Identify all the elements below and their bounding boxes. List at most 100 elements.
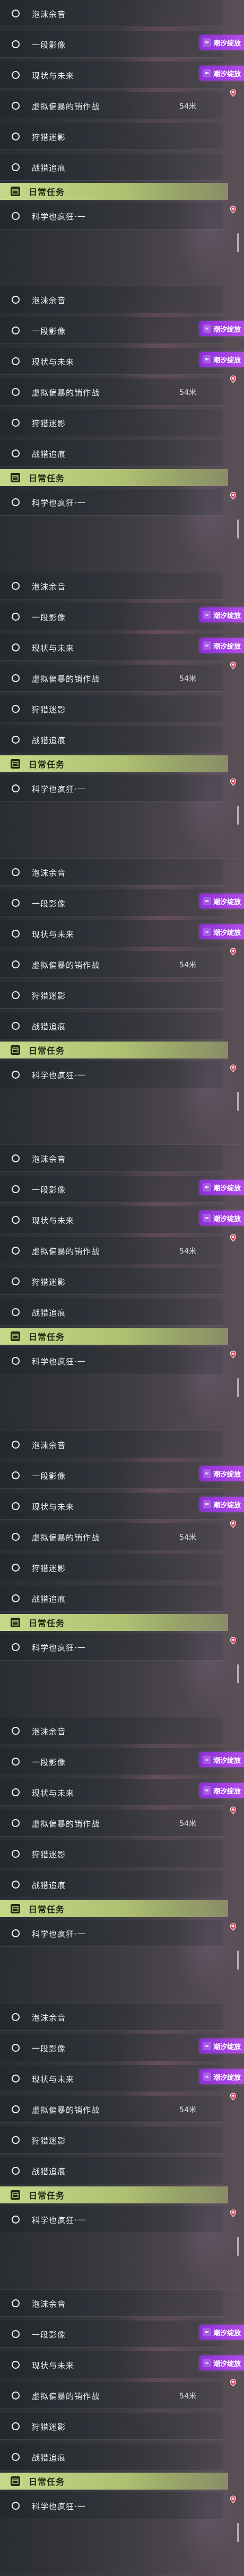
quest-row[interactable]: 泡沫余音 bbox=[0, 1145, 223, 1172]
quest-row[interactable]: 狩猎迷影 bbox=[0, 409, 223, 436]
event-badge[interactable]: ≈ 潮汐绽放 bbox=[199, 1211, 244, 1225]
daily-tasks-header[interactable]: 日常任务 bbox=[0, 1042, 228, 1058]
location-pin-icon[interactable] bbox=[229, 1234, 237, 1242]
quest-row[interactable]: 虚拟偏暴的销作战 54米 bbox=[0, 1234, 237, 1264]
quest-row[interactable]: 战猎追痕 bbox=[0, 1012, 223, 1039]
quest-row[interactable]: 一段影像 ≈ 潮汐绽放 bbox=[0, 603, 244, 630]
quest-row[interactable]: 现状与未来 ≈ 潮汐绽放 bbox=[0, 2351, 244, 2378]
quest-row[interactable]: 战猎追痕 bbox=[0, 154, 223, 181]
daily-tasks-header[interactable]: 日常任务 bbox=[0, 469, 228, 486]
quest-row[interactable]: 泡沫余音 bbox=[0, 1431, 223, 1458]
scrollbar-thumb[interactable] bbox=[237, 519, 239, 539]
quest-row[interactable]: 一段影像 ≈ 潮汐绽放 bbox=[0, 1462, 244, 1489]
quest-row[interactable]: 现状与未来 ≈ 潮汐绽放 bbox=[0, 1206, 244, 1233]
quest-row[interactable]: 一段影像 ≈ 潮汐绽放 bbox=[0, 31, 244, 58]
daily-task-row[interactable]: 科学也疯狂·一 bbox=[0, 775, 237, 802]
quest-row[interactable]: 现状与未来 ≈ 潮汐绽放 bbox=[0, 920, 244, 947]
daily-tasks-header[interactable]: 日常任务 bbox=[0, 755, 228, 772]
quest-row[interactable]: 现状与未来 ≈ 潮汐绽放 bbox=[0, 1779, 244, 1806]
quest-row[interactable]: 一段影像 ≈ 潮汐绽放 bbox=[0, 1748, 244, 1775]
event-badge[interactable]: ≈ 潮汐绽放 bbox=[199, 638, 244, 653]
quest-row[interactable]: 虚拟偏暴的销作战 54米 bbox=[0, 89, 237, 119]
location-pin-icon[interactable] bbox=[229, 948, 237, 956]
quest-row[interactable]: 战猎追痕 bbox=[0, 1871, 223, 1898]
location-pin-icon[interactable] bbox=[229, 206, 237, 214]
quest-row[interactable]: 虚拟偏暴的销作战 54米 bbox=[0, 1806, 237, 1837]
quest-row[interactable]: 战猎追痕 bbox=[0, 440, 223, 467]
event-badge[interactable]: ≈ 潮汐绽放 bbox=[199, 2039, 244, 2053]
event-badge[interactable]: ≈ 潮汐绽放 bbox=[199, 352, 244, 367]
quest-row[interactable]: 狩猎迷影 bbox=[0, 1840, 223, 1867]
quest-row[interactable]: 狩猎迷影 bbox=[0, 2413, 223, 2440]
scrollbar-thumb[interactable] bbox=[237, 233, 239, 252]
quest-row[interactable]: 现状与未来 ≈ 潮汐绽放 bbox=[0, 61, 244, 89]
quest-row[interactable]: 泡沫余音 bbox=[0, 2004, 223, 2031]
location-pin-icon[interactable] bbox=[229, 1064, 237, 1072]
location-pin-icon[interactable] bbox=[229, 2093, 237, 2101]
event-badge[interactable]: ≈ 潮汐绽放 bbox=[199, 321, 244, 336]
location-pin-icon[interactable] bbox=[229, 1806, 237, 1814]
quest-row[interactable]: 狩猎迷影 bbox=[0, 2127, 223, 2154]
quest-row[interactable]: 虚拟偏暴的销作战 54米 bbox=[0, 2379, 237, 2409]
event-badge[interactable]: ≈ 潮汐绽放 bbox=[199, 2069, 244, 2084]
quest-row[interactable]: 现状与未来 ≈ 潮汐绽放 bbox=[0, 348, 244, 375]
daily-task-row[interactable]: 科学也疯狂·一 bbox=[0, 1347, 237, 1374]
quest-row[interactable]: 虚拟偏暴的销作战 54米 bbox=[0, 661, 237, 692]
quest-row[interactable]: 现状与未来 ≈ 潮汐绽放 bbox=[0, 1493, 244, 1520]
scrollbar-thumb[interactable] bbox=[237, 1664, 239, 1683]
event-badge[interactable]: ≈ 潮汐绽放 bbox=[199, 2325, 244, 2340]
event-badge[interactable]: ≈ 潮汐绽放 bbox=[199, 2356, 244, 2370]
quest-row[interactable]: 泡沫余音 bbox=[0, 1717, 223, 1744]
daily-task-row[interactable]: 科学也疯狂·一 bbox=[0, 489, 237, 516]
location-pin-icon[interactable] bbox=[229, 1520, 237, 1528]
daily-tasks-header[interactable]: 日常任务 bbox=[0, 2473, 228, 2490]
quest-row[interactable]: 泡沫余音 bbox=[0, 286, 223, 313]
quest-row[interactable]: 狩猎迷影 bbox=[0, 1554, 223, 1581]
quest-row[interactable]: 一段影像 ≈ 潮汐绽放 bbox=[0, 317, 244, 344]
quest-row[interactable]: 战猎追痕 bbox=[0, 726, 223, 753]
daily-tasks-header[interactable]: 日常任务 bbox=[0, 2186, 228, 2203]
location-pin-icon[interactable] bbox=[229, 89, 237, 97]
quest-row[interactable]: 一段影像 ≈ 潮汐绽放 bbox=[0, 2321, 244, 2348]
quest-row[interactable]: 一段影像 ≈ 潮汐绽放 bbox=[0, 2034, 244, 2061]
event-badge[interactable]: ≈ 潮汐绽放 bbox=[199, 35, 244, 50]
location-pin-icon[interactable] bbox=[229, 2379, 237, 2387]
scrollbar-thumb[interactable] bbox=[237, 1951, 239, 1970]
quest-row[interactable]: 战猎追痕 bbox=[0, 2443, 223, 2471]
quest-row[interactable]: 虚拟偏暴的销作战 54米 bbox=[0, 1520, 237, 1550]
event-badge[interactable]: ≈ 潮汐绽放 bbox=[199, 1752, 244, 1767]
daily-task-row[interactable]: 科学也疯狂·一 bbox=[0, 1634, 237, 1661]
event-badge[interactable]: ≈ 潮汐绽放 bbox=[199, 1497, 244, 1512]
location-pin-icon[interactable] bbox=[229, 661, 237, 669]
quest-row[interactable]: 狩猎迷影 bbox=[0, 695, 223, 722]
quest-row[interactable]: 一段影像 ≈ 潮汐绽放 bbox=[0, 889, 244, 916]
daily-tasks-header[interactable]: 日常任务 bbox=[0, 1614, 228, 1631]
quest-row[interactable]: 泡沫余音 bbox=[0, 0, 223, 27]
daily-task-row[interactable]: 科学也疯狂·一 bbox=[0, 202, 237, 230]
location-pin-icon[interactable] bbox=[229, 1351, 237, 1358]
quest-row[interactable]: 泡沫余音 bbox=[0, 572, 223, 599]
quest-row[interactable]: 狩猎迷影 bbox=[0, 123, 223, 150]
quest-row[interactable]: 狩猎迷影 bbox=[0, 1268, 223, 1295]
scrollbar-thumb[interactable] bbox=[237, 1092, 239, 1111]
location-pin-icon[interactable] bbox=[229, 1637, 237, 1645]
location-pin-icon[interactable] bbox=[229, 1923, 237, 1931]
daily-task-row[interactable]: 科学也疯狂·一 bbox=[0, 2492, 237, 2519]
location-pin-icon[interactable] bbox=[229, 492, 237, 500]
scrollbar-thumb[interactable] bbox=[237, 2237, 239, 2256]
quest-row[interactable]: 泡沫余音 bbox=[0, 2290, 223, 2317]
quest-row[interactable]: 狩猎迷影 bbox=[0, 982, 223, 1009]
daily-task-row[interactable]: 科学也疯狂·一 bbox=[0, 1061, 237, 1088]
location-pin-icon[interactable] bbox=[229, 375, 237, 383]
quest-row[interactable]: 虚拟偏暴的销作战 54米 bbox=[0, 2093, 237, 2123]
location-pin-icon[interactable] bbox=[229, 2495, 237, 2503]
quest-row[interactable]: 虚拟偏暴的销作战 54米 bbox=[0, 375, 237, 405]
quest-row[interactable]: 泡沫余音 bbox=[0, 859, 223, 886]
location-pin-icon[interactable] bbox=[229, 2209, 237, 2217]
event-badge[interactable]: ≈ 潮汐绽放 bbox=[199, 66, 244, 81]
event-badge[interactable]: ≈ 潮汐绽放 bbox=[199, 924, 244, 939]
location-pin-icon[interactable] bbox=[229, 778, 237, 786]
daily-tasks-header[interactable]: 日常任务 bbox=[0, 1328, 228, 1345]
quest-row[interactable]: 现状与未来 ≈ 潮汐绽放 bbox=[0, 2065, 244, 2092]
quest-row[interactable]: 战猎追痕 bbox=[0, 2157, 223, 2184]
